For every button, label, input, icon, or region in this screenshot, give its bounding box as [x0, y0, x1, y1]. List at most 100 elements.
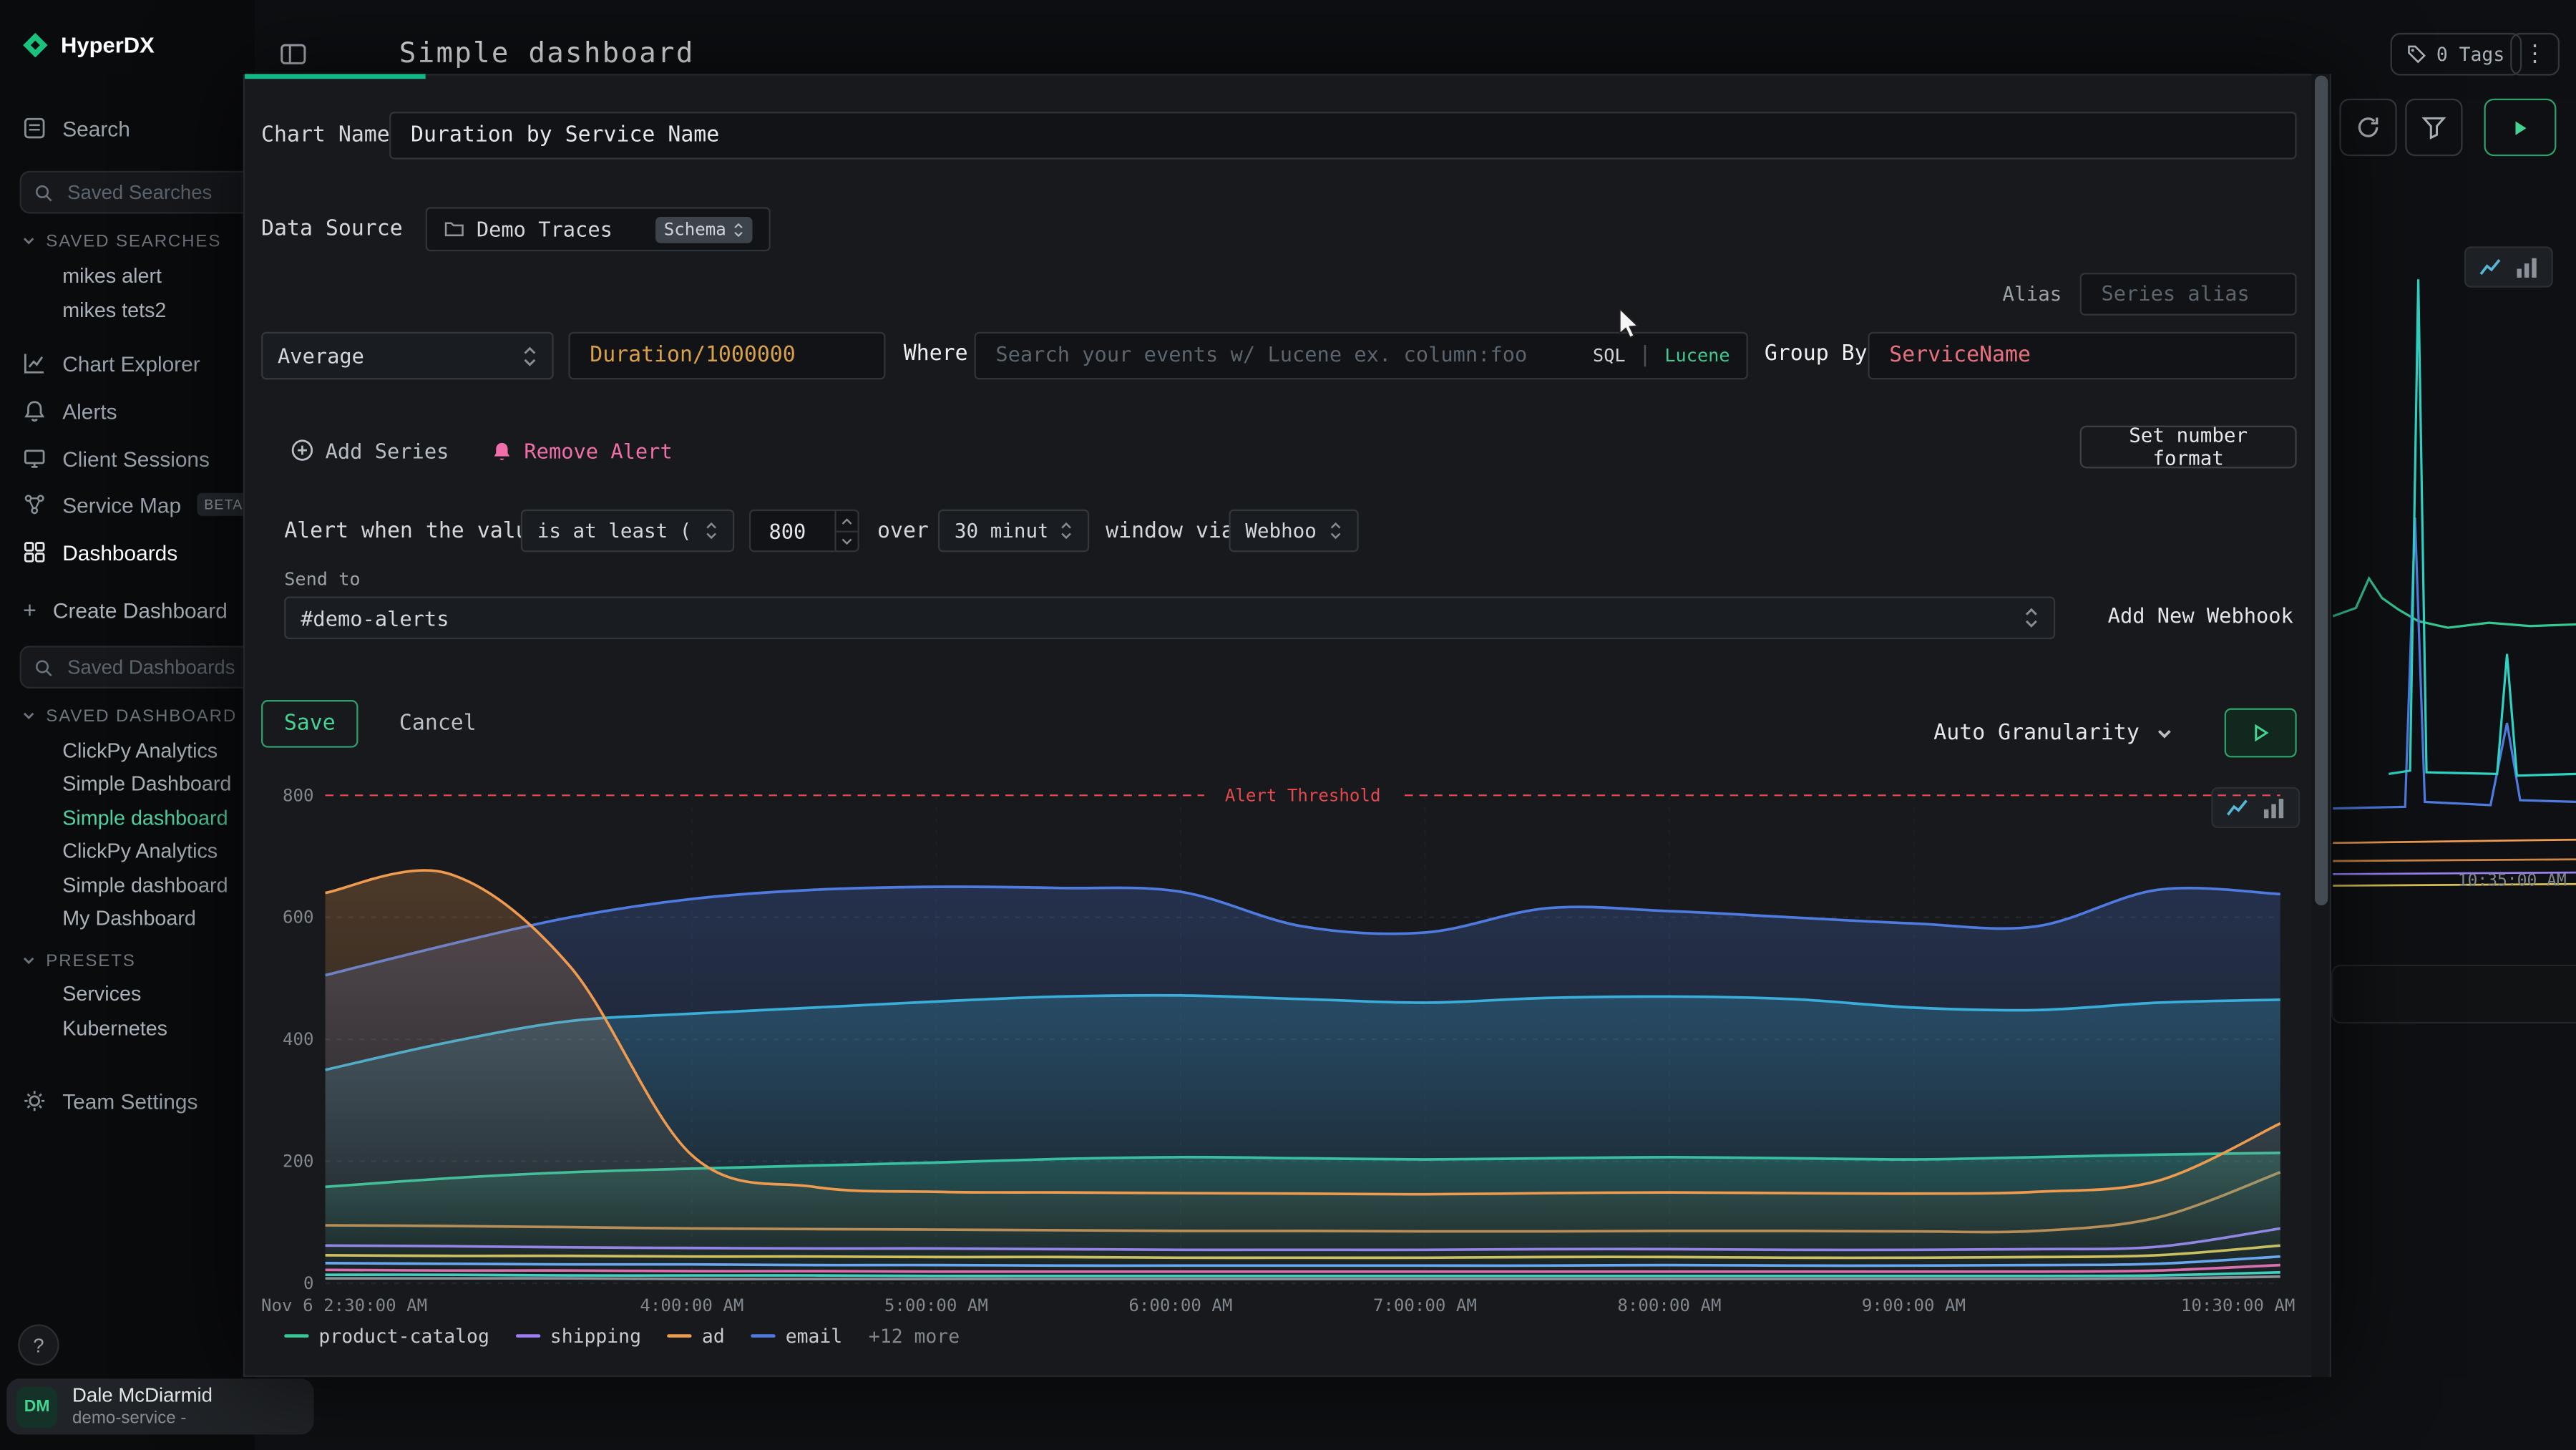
tag-icon: [2407, 44, 2427, 64]
chevron-down-icon: [21, 709, 36, 724]
refresh-button[interactable]: [2339, 99, 2396, 156]
legend-item[interactable]: shipping: [516, 1325, 641, 1348]
updown-chevron-icon: [2024, 606, 2039, 629]
dashboard-list-item[interactable]: Simple dashboard: [0, 867, 255, 902]
underlay-run-button[interactable]: [2484, 99, 2556, 156]
svg-text:4:00:00 AM: 4:00:00 AM: [640, 1295, 743, 1315]
presets-section[interactable]: PRESETS: [0, 948, 255, 973]
legend-item[interactable]: product-catalog: [284, 1325, 489, 1348]
group-by-input[interactable]: [1886, 342, 2279, 370]
kebab-menu-icon: ⋮: [2524, 41, 2547, 67]
sidebar-item-service-map[interactable]: Service Map BETA: [0, 487, 278, 523]
data-source-select[interactable]: Demo Traces Schema: [426, 207, 771, 251]
webhook-select[interactable]: #demo-alerts: [284, 596, 2055, 639]
alert-channel-select[interactable]: Webhook: [1229, 510, 1358, 553]
saved-searches-input[interactable]: [64, 179, 250, 205]
data-source-value: Demo Traces: [477, 217, 644, 241]
brand-logo[interactable]: HyperDX: [23, 33, 155, 57]
lucene-toggle[interactable]: Lucene: [1664, 345, 1729, 366]
duration-chart[interactable]: Alert Threshold0200400600800Nov 6 2:30:0…: [261, 774, 2297, 1324]
chart-name-input[interactable]: [407, 122, 2278, 150]
sql-toggle[interactable]: SQL: [1593, 345, 1626, 366]
help-button[interactable]: ?: [18, 1325, 59, 1366]
chart-name-field[interactable]: [389, 112, 2297, 160]
refresh-icon: [2356, 115, 2380, 140]
saved-searches-section[interactable]: SAVED SEARCHES: [0, 228, 255, 253]
alias-field[interactable]: [2080, 273, 2297, 316]
aggregation-select[interactable]: Average: [261, 332, 554, 380]
set-number-format-button[interactable]: Set number format: [2080, 426, 2297, 469]
sidebar-item-dashboards[interactable]: Dashboards: [0, 534, 278, 570]
user-org: demo-service -: [72, 1408, 213, 1429]
alias-label: Alias: [1953, 283, 2062, 306]
create-dashboard-button[interactable]: + Create Dashboard: [0, 592, 278, 628]
sidebar-toggle-button[interactable]: [273, 33, 313, 74]
underlay-chart[interactable]: [2333, 230, 2576, 903]
legend-item[interactable]: ad: [668, 1325, 725, 1348]
bell-icon: [491, 439, 512, 461]
saved-search-item[interactable]: mikes tets2: [0, 293, 255, 327]
legend-more[interactable]: +12 more: [869, 1325, 960, 1348]
group-by-field[interactable]: [1868, 332, 2296, 380]
save-button[interactable]: Save: [261, 700, 358, 748]
saved-searches-search[interactable]: [20, 171, 265, 214]
legend-label: email: [786, 1325, 842, 1348]
svg-text:Nov 6 2:30:00 AM: Nov 6 2:30:00 AM: [261, 1295, 427, 1315]
dashboard-list-item[interactable]: ClickPy Analytics: [0, 834, 255, 868]
alert-threshold-field[interactable]: [749, 510, 859, 553]
avatar: DM: [16, 1386, 57, 1427]
app-root: Simple dashboard 0 Tags ⋮ HyperDX Search: [0, 0, 2576, 1450]
svg-text:8:00:00 AM: 8:00:00 AM: [1617, 1295, 1721, 1315]
legend-item[interactable]: email: [751, 1325, 842, 1348]
saved-dashboards-section[interactable]: SAVED DASHBOARD: [0, 704, 255, 728]
field-expression-input[interactable]: [587, 342, 868, 370]
tags-button[interactable]: 0 Tags: [2391, 33, 2522, 76]
stepper-down-icon[interactable]: [836, 530, 858, 550]
dashboard-list-item-active[interactable]: Simple dashboard: [0, 800, 255, 835]
sidebar-item-team-settings[interactable]: Team Settings: [0, 1083, 278, 1119]
add-series-button[interactable]: Add Series: [281, 429, 459, 472]
legend-dash: [751, 1334, 775, 1338]
cancel-button[interactable]: Cancel: [389, 710, 486, 738]
legend-label: shipping: [550, 1325, 641, 1348]
hyperdx-logo-icon: [23, 33, 47, 57]
saved-dashboards-search[interactable]: [20, 646, 265, 688]
updown-chevron-icon: [733, 221, 744, 238]
granularity-select[interactable]: Auto Granularity: [1933, 709, 2174, 758]
saved-dashboards-input[interactable]: [64, 654, 250, 681]
schema-badge[interactable]: Schema: [655, 216, 752, 243]
scrollbar-thumb[interactable]: [2314, 76, 2327, 905]
alert-condition-select[interactable]: is at least (≥): [521, 510, 734, 553]
field-expression[interactable]: [568, 332, 885, 380]
alert-window-select[interactable]: 30 minute: [938, 510, 1089, 553]
stepper-up-icon[interactable]: [836, 512, 858, 530]
sidebar-item-client-sessions[interactable]: Client Sessions: [0, 440, 278, 477]
plus-circle-icon: [291, 439, 313, 462]
alias-input[interactable]: [2098, 280, 2279, 308]
sidebar-item-alerts[interactable]: Alerts: [0, 393, 278, 429]
folder-icon: [444, 218, 465, 240]
sidebar-item-chart-explorer[interactable]: Chart Explorer: [0, 345, 278, 381]
saved-search-item[interactable]: mikes alert: [0, 258, 255, 292]
alert-threshold-input[interactable]: [766, 517, 828, 545]
sidebar-item-search[interactable]: Search: [0, 110, 278, 147]
user-menu[interactable]: DM Dale McDiarmid demo-service -: [6, 1378, 313, 1434]
preset-item-services[interactable]: Services: [0, 977, 255, 1011]
legend-label: product-catalog: [318, 1325, 489, 1348]
svg-text:10:30:00 AM: 10:30:00 AM: [2181, 1295, 2296, 1315]
where-input[interactable]: [992, 342, 1580, 370]
kebab-menu-button[interactable]: ⋮: [2510, 33, 2560, 76]
alert-over-label: over: [877, 520, 929, 544]
dashboard-list-item[interactable]: My Dashboard: [0, 901, 255, 935]
filter-button[interactable]: [2405, 99, 2462, 156]
svg-text:9:00:00 AM: 9:00:00 AM: [1862, 1295, 1966, 1315]
dashboard-list-item[interactable]: ClickPy Analytics: [0, 733, 255, 767]
svg-text:200: 200: [283, 1152, 314, 1172]
legend-dash: [284, 1334, 308, 1338]
add-new-webhook-button[interactable]: Add New Webhook: [2098, 601, 2303, 629]
chart-legend: product-catalog shipping ad email +12 more: [284, 1325, 960, 1348]
run-chart-button[interactable]: [2225, 709, 2297, 758]
dashboard-list-item[interactable]: Simple Dashboard: [0, 767, 255, 801]
preset-item-kubernetes[interactable]: Kubernetes: [0, 1011, 255, 1046]
remove-alert-button[interactable]: Remove Alert: [482, 429, 683, 472]
